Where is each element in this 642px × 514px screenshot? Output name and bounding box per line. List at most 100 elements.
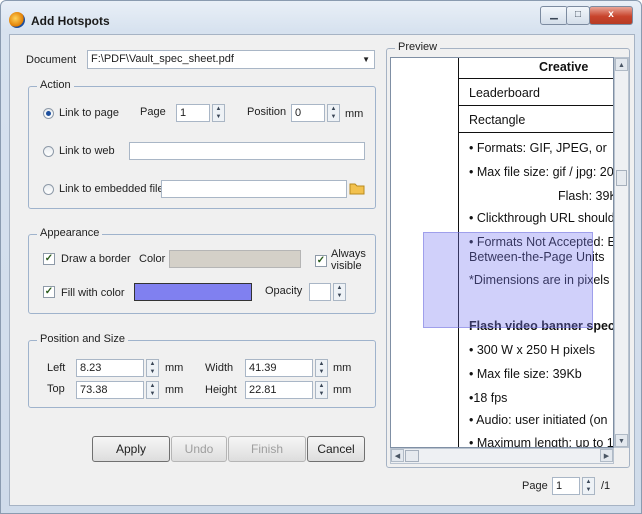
spin-up-icon[interactable]: ▲: [334, 284, 345, 292]
left-label: Left: [47, 362, 66, 374]
undo-button[interactable]: Undo: [171, 436, 227, 462]
opacity-spinner[interactable]: ▲ ▼: [333, 283, 346, 301]
spin-down-icon[interactable]: ▼: [147, 368, 158, 376]
scroll-left-icon[interactable]: ◀: [391, 449, 404, 462]
add-hotspots-dialog: Add Hotspots ▁ □ x Document F:\PDF\Vault…: [0, 0, 642, 514]
appearance-legend: Appearance: [37, 227, 103, 239]
height-label: Height: [205, 384, 237, 396]
dialog-body: Document F:\PDF\Vault_spec_sheet.pdf ▼ A…: [9, 34, 635, 506]
always-visible-checkbox[interactable]: ✓: [315, 255, 327, 267]
chevron-down-icon[interactable]: ▼: [362, 54, 370, 66]
preview-legend: Preview: [395, 41, 441, 53]
action-group: Action Link to page Page 1 ▲ ▼ Position 0…: [28, 79, 376, 209]
page-input[interactable]: 1: [176, 104, 210, 122]
position-size-legend: Position and Size: [37, 333, 128, 345]
spin-down-icon[interactable]: ▼: [213, 113, 224, 121]
scroll-down-icon[interactable]: ▼: [615, 434, 628, 447]
preview-line: • 300 W x 250 H pixels: [469, 343, 595, 357]
position-input[interactable]: 0: [291, 104, 325, 122]
link-to-page-label: Link to page: [59, 107, 119, 119]
width-label: Width: [205, 362, 234, 374]
title-bar[interactable]: Add Hotspots ▁ □ x: [1, 1, 641, 35]
embedded-file-input[interactable]: [161, 180, 347, 198]
pager-spinner[interactable]: ▲ ▼: [582, 477, 595, 495]
left-input[interactable]: 8.23: [76, 359, 144, 377]
table-rule: [459, 105, 613, 106]
finish-button[interactable]: Finish: [228, 436, 306, 462]
pager-input[interactable]: 1: [552, 477, 580, 495]
fill-color-checkbox[interactable]: ✓: [43, 286, 55, 298]
position-label: Position: [247, 106, 287, 118]
position-spinner[interactable]: ▲ ▼: [327, 104, 340, 122]
border-color-label: Color: [139, 253, 166, 265]
border-color-swatch[interactable]: [169, 250, 301, 268]
link-to-file-radio[interactable]: [43, 184, 54, 195]
link-to-page-radio[interactable]: [43, 108, 54, 119]
spin-up-icon[interactable]: ▲: [316, 360, 327, 368]
preview-line: •18 fps: [469, 391, 508, 405]
spin-up-icon[interactable]: ▲: [147, 360, 158, 368]
close-button[interactable]: x: [589, 6, 633, 25]
spin-down-icon[interactable]: ▼: [334, 292, 345, 300]
opacity-input[interactable]: [309, 283, 331, 301]
maximize-button[interactable]: □: [566, 6, 590, 25]
table-rule: [459, 78, 613, 79]
spin-down-icon[interactable]: ▼: [583, 486, 594, 494]
fill-color-swatch[interactable]: [134, 283, 252, 301]
width-spinner[interactable]: ▲ ▼: [315, 359, 328, 377]
spin-up-icon[interactable]: ▲: [213, 105, 224, 113]
spin-down-icon[interactable]: ▼: [316, 390, 327, 398]
preview-horizontal-scrollbar[interactable]: ◀ ▶: [390, 448, 614, 464]
preview-line: • Maximum length: up to 1: [469, 436, 614, 448]
web-url-input[interactable]: [129, 142, 365, 160]
spin-up-icon[interactable]: ▲: [316, 382, 327, 390]
cancel-button[interactable]: Cancel: [307, 436, 365, 462]
height-spinner[interactable]: ▲ ▼: [315, 381, 328, 399]
draw-border-checkbox[interactable]: ✓: [43, 253, 55, 265]
link-to-file-label: Link to embedded file: [59, 183, 164, 195]
page-label: Page: [140, 106, 166, 118]
pager-label: Page: [522, 480, 548, 492]
width-unit: mm: [333, 362, 352, 374]
scroll-right-icon[interactable]: ▶: [600, 449, 613, 462]
folder-icon[interactable]: [349, 182, 365, 195]
appearance-group: Appearance ✓ Draw a border Color ✓ Alway…: [28, 227, 376, 314]
horizontal-scroll-thumb[interactable]: [405, 450, 419, 462]
opacity-label: Opacity: [265, 285, 303, 297]
draw-border-label: Draw a border: [61, 253, 131, 265]
apply-button[interactable]: Apply: [92, 436, 170, 462]
window-title: Add Hotspots: [31, 14, 110, 28]
height-input[interactable]: 22.81: [245, 381, 313, 399]
vertical-scroll-thumb[interactable]: [616, 170, 627, 186]
fill-color-label: Fill with color: [61, 287, 125, 299]
top-unit: mm: [165, 384, 184, 396]
width-input[interactable]: 41.39: [245, 359, 313, 377]
spin-down-icon[interactable]: ▼: [147, 390, 158, 398]
page-spinner[interactable]: ▲ ▼: [212, 104, 225, 122]
position-unit: mm: [345, 108, 364, 120]
top-input[interactable]: 73.38: [76, 381, 144, 399]
link-to-web-radio[interactable]: [43, 146, 54, 157]
left-unit: mm: [165, 362, 184, 374]
document-select[interactable]: F:\PDF\Vault_spec_sheet.pdf ▼: [87, 50, 375, 69]
spin-up-icon[interactable]: ▲: [328, 105, 339, 113]
spin-down-icon[interactable]: ▼: [328, 113, 339, 121]
spin-up-icon[interactable]: ▲: [147, 382, 158, 390]
left-spinner[interactable]: ▲ ▼: [146, 359, 159, 377]
link-to-web-label: Link to web: [59, 145, 115, 157]
preview-canvas[interactable]: Creative Leaderboard Rectangle • Formats…: [390, 57, 614, 448]
height-unit: mm: [333, 384, 352, 396]
preview-line: • Max file size: gif / jpg: 20: [469, 165, 614, 179]
preview-vertical-scrollbar[interactable]: ▲ ▼: [614, 57, 629, 448]
spin-down-icon[interactable]: ▼: [316, 368, 327, 376]
spin-up-icon[interactable]: ▲: [583, 478, 594, 486]
preview-row-leaderboard: Leaderboard: [469, 86, 540, 100]
scroll-up-icon[interactable]: ▲: [615, 58, 628, 71]
position-size-group: Position and Size Left 8.23 ▲ ▼ mm Width …: [28, 333, 376, 408]
hotspot-region[interactable]: [423, 232, 593, 328]
top-label: Top: [47, 383, 65, 395]
table-rule: [459, 132, 613, 133]
top-spinner[interactable]: ▲ ▼: [146, 381, 159, 399]
preview-line: • Audio: user initiated (on: [469, 413, 608, 427]
minimize-button[interactable]: ▁: [540, 6, 568, 25]
